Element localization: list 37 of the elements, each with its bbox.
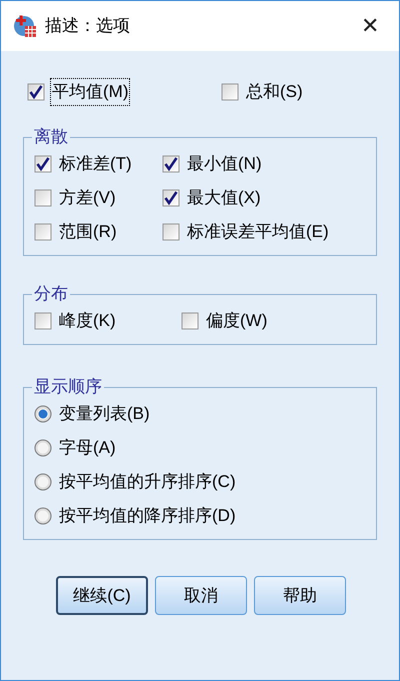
close-button[interactable]: ✕ [353, 15, 387, 37]
option-label: 按平均值的升序排序(C) [58, 471, 237, 494]
option-label: 最大值(X) [186, 187, 262, 210]
window-title: 描述：选项 [45, 15, 130, 38]
radio-button[interactable] [34, 405, 52, 423]
checkbox[interactable] [27, 83, 45, 101]
checkbox[interactable] [181, 312, 199, 330]
checkbox[interactable] [162, 189, 180, 207]
option-label: 范围(R) [58, 221, 118, 244]
checkbox[interactable] [221, 83, 239, 101]
checkbox[interactable] [162, 155, 180, 173]
checkbox[interactable] [34, 312, 52, 330]
checkbox[interactable] [34, 155, 52, 173]
dialog-button[interactable]: 帮助 [254, 576, 346, 615]
checkbox[interactable] [34, 223, 52, 241]
group-title: 显示顺序 [33, 377, 103, 397]
option-label: 偏度(W) [205, 310, 268, 332]
checkbox[interactable] [162, 223, 180, 241]
checkbox[interactable] [34, 189, 52, 207]
dialog-button[interactable]: 取消 [155, 576, 247, 615]
option-label: 峰度(K) [58, 310, 117, 332]
option-label: 平均值(M) [51, 79, 130, 105]
radio-button[interactable] [34, 507, 52, 525]
app-icon [13, 14, 37, 38]
group-title: 分布 [33, 284, 69, 304]
radio-button[interactable] [34, 473, 52, 491]
option-label: 总和(S) [245, 81, 304, 104]
option-label: 方差(V) [58, 187, 117, 210]
option-label: 标准误差平均值(E) [186, 221, 330, 244]
option-label: 标准差(T) [58, 153, 133, 176]
dialog-button[interactable]: 继续(C) [56, 576, 148, 615]
group-title: 离散 [33, 127, 69, 147]
option-label: 最小值(N) [186, 153, 263, 176]
option-label: 变量列表(B) [58, 403, 151, 426]
radio-button[interactable] [34, 439, 52, 457]
option-label: 字母(A) [58, 437, 117, 460]
option-label: 按平均值的降序排序(D) [58, 505, 237, 528]
